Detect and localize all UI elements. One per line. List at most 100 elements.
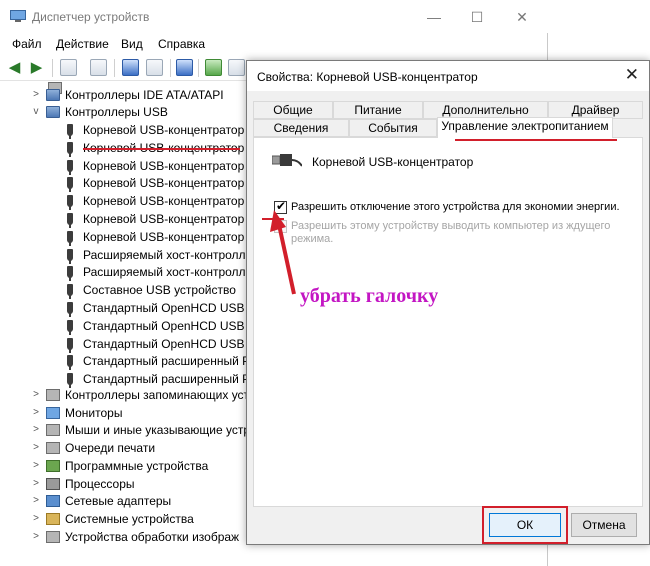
tree-item-category[interactable]: > Очереди печати [0,439,246,457]
device-manager-titlebar: Диспетчер устройств — ☐ ✕ [0,0,548,33]
controller-icon [46,89,60,101]
tree-item-label: Очереди печати [65,441,156,456]
tree-item-label: Расширяемый хост-контролл [83,265,246,280]
tree-item-usb-device[interactable]: Корневой USB-концентратор [0,210,246,228]
menu-help[interactable]: Справка [158,37,205,51]
tree-item-category[interactable]: > Контроллеры запоминающих уст [0,386,246,404]
tree-item-category[interactable]: > Процессоры [0,475,246,493]
tree-item-usb-device[interactable]: Корневой USB-концентратор [0,228,246,246]
tree-item-usb-device[interactable]: Стандартный OpenHCD USB х [0,335,246,353]
minimize-button[interactable]: — [414,5,454,29]
usb-plug-icon [67,159,73,175]
device-tree: > Контроллеры IDE ATA/ATAPI v Контроллер… [0,81,246,566]
tree-item-label: Корневой USB-концентратор [83,229,245,244]
tree-item-label: Стандартный расширенный P [83,354,246,369]
menu-view[interactable]: Вид [121,37,143,51]
usb-plug-icon [67,124,73,139]
usb-plug-icon [67,141,73,157]
properties-icon[interactable] [60,59,77,76]
usb-plug-icon [272,154,302,167]
tree-item-label: Корневой USB-концентратор [83,176,245,191]
tree-item-category[interactable]: > Устройства обработки изображ [0,528,246,546]
tree-item-usb-device[interactable]: Стандартный расширенный P [0,352,246,371]
back-arrow-icon[interactable]: ◀ [6,59,23,76]
tree-item-usb-device[interactable]: Корневой USB-концентратор [0,157,246,175]
display-icon[interactable] [146,59,163,76]
chevron-right-icon[interactable]: > [30,86,42,104]
dialog-titlebar: Свойства: Корневой USB-концентратор ✕ [247,61,649,91]
dialog-close-button[interactable]: ✕ [625,65,639,85]
tree-item-category[interactable]: > Мыши и иные указывающие устр [0,421,246,439]
chevron-right-icon[interactable]: > [30,510,42,528]
chevron-right-icon[interactable]: > [30,386,42,404]
usb-plug-icon [67,337,73,353]
tree-item-label: Корневой USB-концентратор [83,194,245,209]
tree-item-ide[interactable]: > Контроллеры IDE ATA/ATAPI [0,86,246,104]
maximize-button[interactable]: ☐ [457,5,497,29]
tree-item-usb-device[interactable]: Корневой USB-концентратор [0,121,246,139]
cancel-button[interactable]: Отмена [571,513,637,537]
tab-power-management[interactable]: Управление электропитанием [437,117,613,138]
storage-controller-icon [46,389,60,401]
tree-item-label: Мониторы [65,405,123,420]
chevron-right-icon[interactable]: > [30,439,42,457]
chevron-right-icon[interactable]: > [30,421,42,439]
tree-item-usb-device[interactable]: Стандартный OpenHCD USB х [0,317,246,335]
tree-item-label: Программные устройства [65,458,209,473]
usb-plug-icon [67,373,73,389]
tab-power[interactable]: Питание [333,101,423,119]
device-manager-icon [10,10,26,22]
processor-icon [46,477,60,490]
tree-item-usb-device[interactable]: Расширяемый хост-контролл [0,246,246,264]
close-button[interactable]: ✕ [502,5,542,29]
usb-plug-icon [67,213,73,228]
tree-item-usb[interactable]: v Контроллеры USB [0,103,246,121]
tree-item-category[interactable]: > Сетевые адаптеры [0,492,246,510]
tree-item-label: Контроллеры запоминающих уст [65,388,246,402]
chevron-right-icon[interactable]: > [30,528,42,546]
highlight-box [482,506,568,544]
menu-action[interactable]: Действие [56,37,109,51]
tree-item-label: Стандартный OpenHCD USB х [83,301,246,315]
tree-item-usb-device[interactable]: Корневой USB-концентратор [0,174,246,193]
tree-item-category[interactable]: > Мониторы [0,404,246,422]
tab-details[interactable]: Сведения [253,119,349,137]
printer-icon [46,442,60,455]
chevron-right-icon[interactable]: > [30,457,42,475]
tree-item-label: Процессоры [65,476,135,491]
tree-item-label: Устройства обработки изображ [65,529,240,544]
tab-events[interactable]: События [349,119,437,137]
tree-item-usb-device[interactable]: Расширяемый хост-контролл [0,263,246,282]
monitor-icon [46,406,60,419]
menu-file[interactable]: Файл [12,37,42,51]
tree-view-icon[interactable] [90,59,107,76]
menu-bar: Файл Действие Вид Справка [0,33,548,55]
tree-item-category[interactable]: > Системные устройства [0,510,246,528]
highlight-underline [83,148,240,150]
chevron-down-icon[interactable]: v [30,103,42,121]
tree-item-usb-device[interactable]: Составное USB устройство [0,281,246,300]
forward-arrow-icon[interactable]: ▶ [28,59,45,76]
disable-device-icon[interactable] [228,59,245,76]
tree-item-usb-device[interactable]: Корневой USB-концентратор [0,192,246,211]
usb-plug-icon [67,177,73,193]
tree-item-label: Системные устройства [65,511,194,526]
usb-plug-icon [67,302,73,317]
tree-item-category[interactable]: > Программные устройства [0,457,246,475]
usb-plug-icon [67,355,73,371]
chevron-right-icon[interactable]: > [30,492,42,510]
chevron-right-icon[interactable]: > [30,475,42,493]
tree-item-label: Расширяемый хост-контролл [83,247,246,262]
scan-hardware-icon[interactable] [176,59,193,76]
tab-general[interactable]: Общие [253,101,333,119]
chevron-right-icon[interactable]: > [30,404,42,422]
tree-item-usb-device[interactable]: Стандартный OpenHCD USB х [0,299,246,317]
highlight-underline [455,139,617,141]
update-driver-icon[interactable] [205,59,222,76]
tree-item-label: Корневой USB-концентратор [83,158,245,173]
tree-item-label: Сетевые адаптеры [65,494,172,509]
device-name: Корневой USB-концентратор [312,155,474,169]
highlight-underline [262,218,284,220]
usb-controller-icon [46,106,60,118]
help-icon[interactable] [122,59,139,76]
